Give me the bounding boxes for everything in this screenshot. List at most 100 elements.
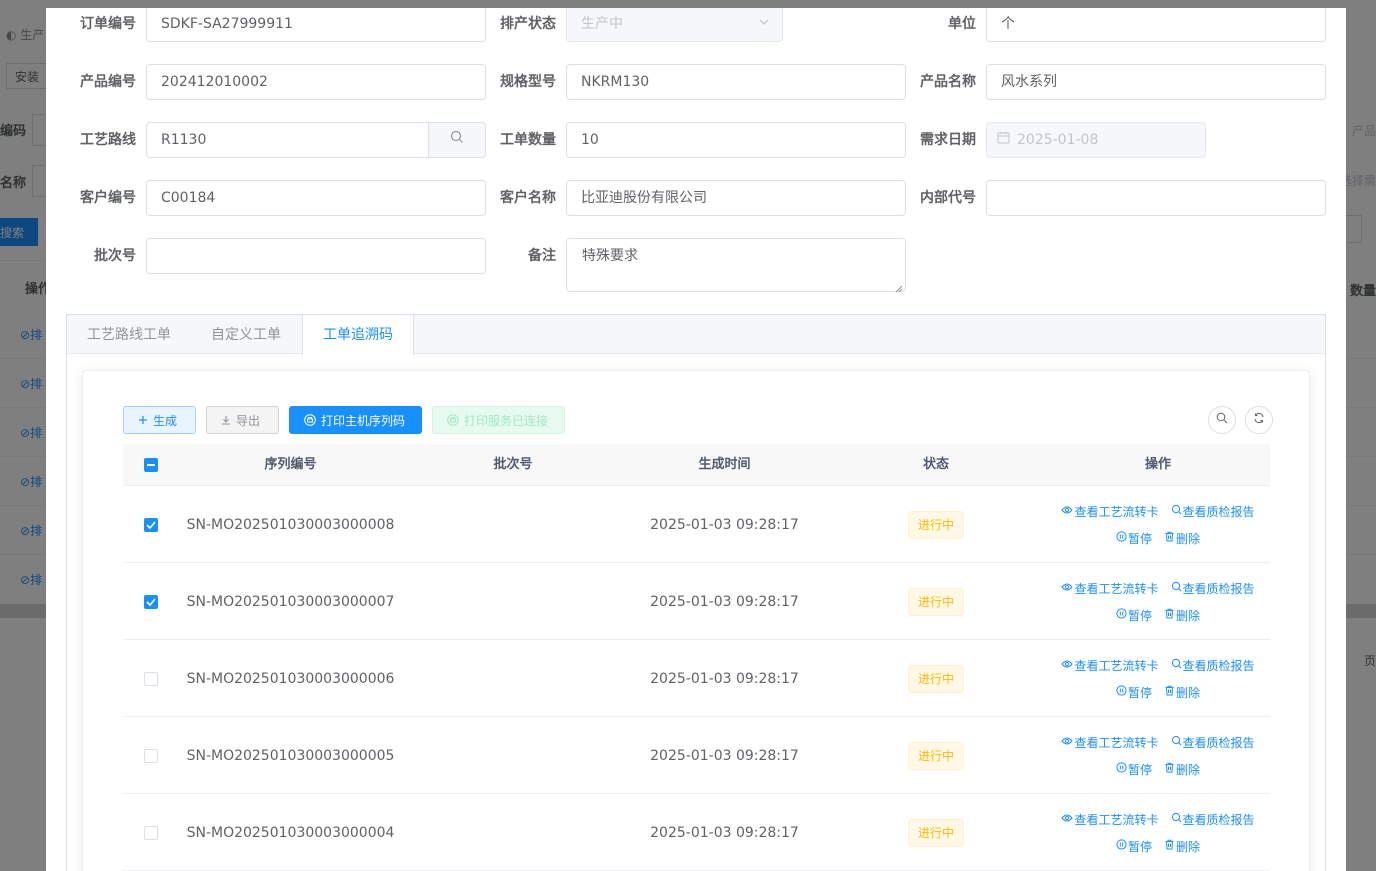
product-name-input[interactable]: 风水系列 — [986, 64, 1326, 100]
printer-icon — [304, 414, 316, 426]
internal-code-input[interactable] — [986, 180, 1326, 216]
view-qc-report-button[interactable]: 查看质检报告 — [1171, 811, 1255, 828]
download-icon — [221, 415, 231, 425]
eye-icon — [1061, 735, 1074, 749]
print-serial-button[interactable]: 打印主机序列码 — [289, 406, 422, 434]
status-badge: 进行中 — [907, 741, 964, 770]
form-row-3: 工艺路线 R1130 工单数量 10 需求日期 2025-01-08 — [46, 122, 1346, 158]
export-button[interactable]: 导出 — [206, 406, 279, 434]
pause-button[interactable]: 暂停 — [1116, 684, 1152, 701]
generate-button[interactable]: 生成 — [123, 406, 196, 434]
pause-icon — [1116, 839, 1128, 853]
created-time-cell: 2025-01-03 09:28:17 — [650, 824, 799, 841]
status-badge: 进行中 — [907, 510, 964, 539]
view-qc-report-button[interactable]: 查看质检报告 — [1171, 657, 1255, 674]
order-qty-input[interactable]: 10 — [566, 122, 906, 158]
row-checkbox[interactable] — [143, 517, 158, 532]
resize-handle-icon[interactable] — [895, 281, 903, 293]
toggle-search-button[interactable] — [1208, 406, 1236, 434]
row-select-cell — [123, 563, 178, 640]
delete-button[interactable]: 删除 — [1164, 530, 1200, 547]
order-no-input[interactable]: SDKF-SA27999911 — [146, 8, 486, 42]
form-row-5: 批次号 备注 特殊要求 — [46, 238, 1346, 294]
pause-button[interactable]: 暂停 — [1116, 761, 1152, 778]
printer-icon — [447, 414, 459, 426]
row-checkbox[interactable] — [143, 748, 158, 763]
col-created-time: 生成时间 — [698, 457, 751, 472]
chevron-down-icon — [758, 8, 770, 41]
created-time-cell: 2025-01-03 09:28:17 — [650, 593, 799, 610]
delete-button[interactable]: 删除 — [1164, 838, 1200, 855]
pause-icon — [1116, 531, 1128, 545]
tab-custom-orders[interactable]: 自定义工单 — [191, 315, 301, 355]
batch-no-label: 批次号 — [94, 248, 136, 264]
row-checkbox[interactable] — [143, 594, 158, 609]
view-process-card-button[interactable]: 查看工艺流转卡 — [1061, 734, 1159, 751]
spec-model-input[interactable]: NKRM130 — [566, 64, 906, 100]
customer-name-input[interactable]: 比亚迪股份有限公司 — [566, 180, 906, 216]
customer-no-input[interactable]: C00184 — [146, 180, 486, 216]
view-process-card-button[interactable]: 查看工艺流转卡 — [1061, 503, 1159, 520]
batch-no-cell — [403, 563, 623, 640]
row-checkbox[interactable] — [143, 671, 158, 686]
trash-icon — [1164, 608, 1176, 622]
order-qty-label: 工单数量 — [500, 132, 556, 148]
refresh-button[interactable] — [1245, 406, 1273, 434]
search-icon — [1171, 812, 1183, 826]
eye-icon — [1061, 504, 1074, 518]
pause-icon — [1116, 608, 1128, 622]
status-badge: 进行中 — [907, 587, 964, 616]
search-icon — [1171, 581, 1183, 595]
trash-icon — [1164, 762, 1176, 776]
pause-button[interactable]: 暂停 — [1116, 530, 1152, 547]
tabs-card: 工艺路线工单 自定义工单 工单追溯码 生成 导出 打印主机序列码 打印服务已连接 — [66, 314, 1326, 871]
select-all-checkbox[interactable] — [143, 458, 158, 472]
row-select-cell — [123, 486, 178, 563]
product-no-input[interactable]: 202412010002 — [146, 64, 486, 100]
status-cell: 进行中 — [826, 563, 1046, 640]
tab-process-route-orders[interactable]: 工艺路线工单 — [67, 315, 191, 355]
status-cell: 进行中 — [826, 640, 1046, 717]
customer-no-label: 客户编号 — [80, 190, 136, 206]
batch-no-cell — [403, 486, 623, 563]
eye-icon — [1061, 581, 1074, 595]
row-checkbox[interactable] — [143, 825, 158, 840]
created-time-cell: 2025-01-03 09:28:17 — [650, 747, 799, 764]
form-row-1: 订单编号 SDKF-SA27999911 排产状态 生产中 单位 个 — [46, 8, 1346, 42]
status-cell: 进行中 — [826, 717, 1046, 794]
demand-date-picker[interactable]: 2025-01-08 — [986, 122, 1206, 158]
tab-trace-codes[interactable]: 工单追溯码 — [302, 315, 414, 355]
table-header: 序列编号 批次号 生成时间 状态 操作 — [123, 444, 1270, 486]
delete-button[interactable]: 删除 — [1164, 684, 1200, 701]
schedule-status-select[interactable]: 生产中 — [566, 8, 783, 42]
batch-no-input[interactable] — [146, 238, 486, 274]
view-qc-report-button[interactable]: 查看质检报告 — [1171, 503, 1255, 520]
process-route-input[interactable]: R1130 — [146, 122, 486, 158]
pause-button[interactable]: 暂停 — [1116, 607, 1152, 624]
print-service-status-button[interactable]: 打印服务已连接 — [432, 406, 565, 434]
pause-icon — [1116, 685, 1128, 699]
delete-button[interactable]: 删除 — [1164, 607, 1200, 624]
serial-no-cell: SN-MO202501030003000006 — [186, 670, 395, 687]
view-qc-report-button[interactable]: 查看质检报告 — [1171, 734, 1255, 751]
view-process-card-button[interactable]: 查看工艺流转卡 — [1061, 811, 1159, 828]
unit-input[interactable]: 个 — [986, 8, 1326, 42]
delete-button[interactable]: 删除 — [1164, 761, 1200, 778]
remark-textarea[interactable]: 特殊要求 — [566, 238, 906, 293]
status-badge: 进行中 — [907, 664, 964, 693]
col-operations: 操作 — [1144, 457, 1171, 472]
refresh-icon — [1253, 412, 1265, 428]
process-route-label: 工艺路线 — [80, 132, 136, 148]
trace-code-panel: 生成 导出 打印主机序列码 打印服务已连接 序列编号 批次号 生成时间 状态 操… — [82, 370, 1310, 871]
form-row-4: 客户编号 C00184 客户名称 比亚迪股份有限公司 内部代号 — [46, 180, 1346, 216]
view-process-card-button[interactable]: 查看工艺流转卡 — [1061, 580, 1159, 597]
table-row: SN-MO202501030003000006 2025-01-03 09:28… — [123, 640, 1270, 717]
pause-button[interactable]: 暂停 — [1116, 838, 1152, 855]
table-row: SN-MO202501030003000008 2025-01-03 09:28… — [123, 486, 1270, 563]
serial-no-cell: SN-MO202501030003000007 — [186, 593, 395, 610]
search-icon — [450, 123, 464, 157]
view-qc-report-button[interactable]: 查看质检报告 — [1171, 580, 1255, 597]
created-time-cell: 2025-01-03 09:28:17 — [650, 670, 799, 687]
view-process-card-button[interactable]: 查看工艺流转卡 — [1061, 657, 1159, 674]
internal-code-label: 内部代号 — [920, 190, 976, 206]
